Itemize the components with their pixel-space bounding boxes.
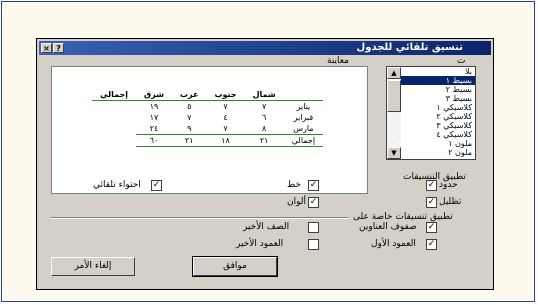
preview-row: فبراير ٦ ٤ ٧ ١٧ <box>92 112 323 123</box>
last-column-label: العمود الأخير <box>236 239 284 249</box>
apply-special-label: تطبيق تنسيقات خاصة على <box>353 212 453 222</box>
help-button[interactable]: ? <box>53 43 64 53</box>
formats-scrollbar[interactable]: ▲ ▼ <box>387 67 401 159</box>
last-row-label: الصف الأخير <box>243 222 290 232</box>
special-group-line <box>51 217 348 219</box>
dialog-titlebar: تنسيق تلقائي للجدول × ? <box>39 41 491 55</box>
preview-cell: ١٩ <box>149 102 159 111</box>
formats-items: بلا بسيط ١ بسيط ٢ بسيط ٣ كلاسيكي ١ كلاسيكي ٢ك… <box>401 67 475 159</box>
font-label: خط <box>287 180 302 190</box>
font-checkbox[interactable]: ✓ <box>308 180 319 191</box>
autofit-label: احتواء تلقائي <box>93 180 141 190</box>
ok-button[interactable]: موافق <box>192 256 278 277</box>
format-item[interactable]: بسيط ٢ <box>401 85 475 94</box>
preview-cell: ١٨ <box>206 134 245 147</box>
preview-cell: ٥ <box>187 102 192 111</box>
first-column-label: العمود الأول <box>371 239 416 249</box>
preview-header-cell: شمال <box>244 89 284 101</box>
cancel-button[interactable]: إلغاء الأمر <box>51 257 135 276</box>
scroll-thumb[interactable] <box>387 80 401 112</box>
heading-rows-checkbox[interactable]: ✓ <box>426 222 437 233</box>
preview-header-row: شمال جنوب غرب شرق إجمالي <box>92 89 324 101</box>
format-item[interactable]: ملون ١ <box>401 139 475 148</box>
preview-cell: إجمالي <box>283 134 324 147</box>
preview-cell: ٧ <box>262 102 267 111</box>
preview-cell: ٢١ <box>171 134 207 147</box>
scroll-down-icon[interactable]: ▼ <box>387 147 401 159</box>
preview-row: مارس ٨ ٧ ٩ ٢٤ <box>92 123 323 135</box>
preview-header-cell: غرب <box>171 89 207 101</box>
heading-rows-label: صفوف العناوين <box>359 222 417 232</box>
preview-body: يناير ٧ ٧ ٥ ١٩ فبراير ٦ ٤ ٧ ١٧ مارس ٨ ٧ ٩ ٢٤ إجمالي ٢١ ١٨… <box>92 101 324 147</box>
format-item[interactable]: بسيط ٣ <box>401 94 475 103</box>
table-autoformat-dialog: تنسيق تلقائي للجدول × ? ت ▲ ▼ بلا بسيط ١ب… <box>36 38 494 290</box>
preview-cell: ١٧ <box>149 113 159 122</box>
preview-cell: فبراير <box>293 113 314 122</box>
preview-header-cell: جنوب <box>206 89 245 101</box>
format-item[interactable]: كلاسيكي ٢ <box>401 112 475 121</box>
preview-cell: ٧ <box>187 113 192 122</box>
last-column-checkbox[interactable] <box>308 239 319 250</box>
preview-cell: ٢١ <box>244 134 284 147</box>
format-item[interactable]: بسيط ١ <box>401 76 475 85</box>
preview-cell: ٤ <box>223 113 228 122</box>
preview-row: يناير ٧ ٧ ٥ ١٩ <box>92 101 323 113</box>
preview-pane: شمال جنوب غرب شرق إجمالي يناير ٧ ٧ ٥ ١٩ فبراير ٦ ٤ ٧… <box>51 66 368 194</box>
preview-cell: ٩ <box>187 124 192 133</box>
borders-checkbox[interactable]: ✓ <box>426 180 437 191</box>
format-item[interactable]: بلا <box>401 67 475 76</box>
autofit-checkbox[interactable]: ✓ <box>151 180 162 191</box>
preview-cell: يناير <box>296 102 311 111</box>
preview-cell: مارس <box>293 124 314 133</box>
color-checkbox[interactable]: ✓ <box>308 197 319 208</box>
preview-row: إجمالي ٢١ ١٨ ٢١ ٦٠ <box>92 134 324 147</box>
preview-cell: ٨ <box>262 124 267 133</box>
preview-table: شمال جنوب غرب شرق إجمالي يناير ٧ ٧ ٥ ١٩ فبراير ٦ ٤ ٧… <box>92 89 324 147</box>
format-item[interactable]: ملون ٢ <box>401 148 475 157</box>
formats-label: ت <box>457 56 466 66</box>
preview-cell: ٧ <box>223 102 228 111</box>
borders-label: حدود <box>439 180 458 190</box>
preview-cell: ٧ <box>223 124 228 133</box>
shading-label: تظليل <box>439 197 462 207</box>
preview-corner-cell <box>283 89 324 101</box>
first-column-checkbox[interactable]: ✓ <box>426 239 437 250</box>
color-label: ألوان <box>287 197 307 207</box>
preview-cell: ٢٤ <box>149 124 159 133</box>
formats-list[interactable]: ▲ ▼ بلا بسيط ١ بسيط ٢ بسيط ٣ كلاسيكي ١ كلاسيك… <box>386 66 476 160</box>
preview-cell: ٦٠ <box>135 134 172 147</box>
preview-header-cell: إجمالي <box>92 89 136 101</box>
format-item[interactable]: كلاسيكي ٤ <box>401 130 475 139</box>
format-item[interactable]: كلاسيكي ٣ <box>401 121 475 130</box>
shading-checkbox[interactable]: ✓ <box>426 197 437 208</box>
dialog-title: تنسيق تلقائي للجدول <box>356 42 463 53</box>
preview-cell: ٦ <box>262 113 267 122</box>
preview-label: معاينة <box>327 56 349 66</box>
preview-header-cell: شرق <box>135 89 172 101</box>
format-item[interactable]: كلاسيكي ١ <box>401 103 475 112</box>
scroll-up-icon[interactable]: ▲ <box>387 67 401 79</box>
last-row-checkbox[interactable] <box>308 222 319 233</box>
close-button[interactable]: × <box>41 43 52 53</box>
